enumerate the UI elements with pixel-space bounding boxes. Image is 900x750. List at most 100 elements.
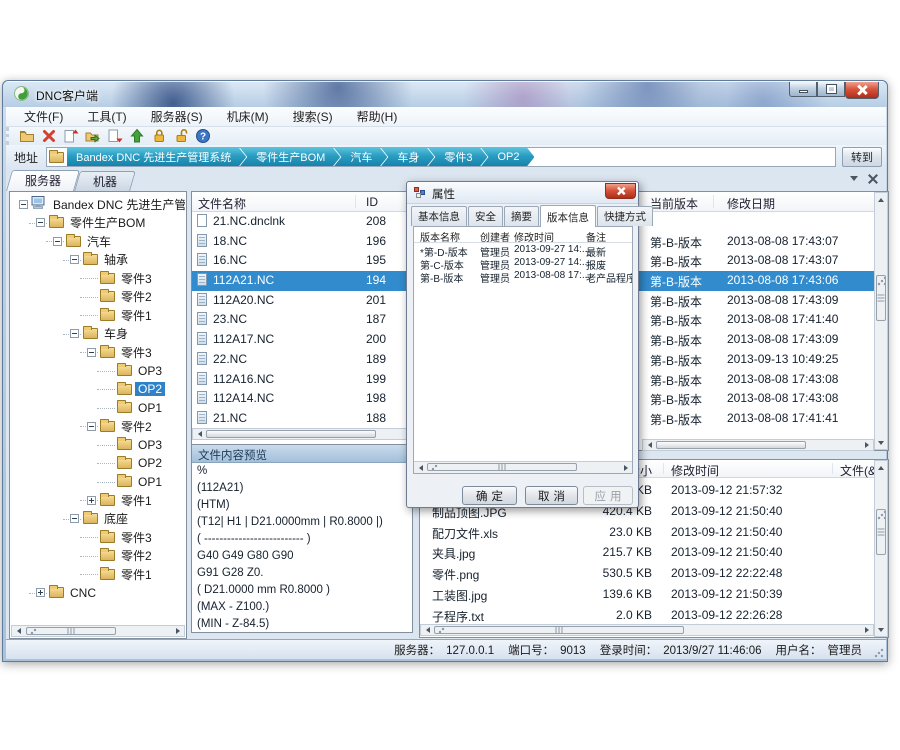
attachments-vertical-scrollbar[interactable] [874, 460, 888, 637]
tree-item[interactable]: CNC [11, 584, 185, 603]
menu-item[interactable]: 机床(M) [219, 107, 277, 126]
version-row[interactable]: *第-D-版本管理员2013-09-27 14:...最新 [414, 243, 632, 256]
expand-icon[interactable] [36, 588, 45, 597]
checkout-file-icon[interactable] [105, 128, 125, 145]
file-list-horizontal-scrollbar[interactable] [192, 428, 414, 440]
collapse-icon[interactable] [87, 422, 96, 431]
column-header-modified[interactable]: 修改时间 [671, 462, 719, 479]
scroll-left-icon[interactable] [414, 463, 426, 473]
collapse-icon[interactable] [87, 348, 96, 357]
help-icon[interactable]: ? [193, 128, 213, 145]
menu-item[interactable]: 搜索(S) [285, 107, 341, 126]
maximize-button[interactable] [817, 82, 845, 97]
go-button[interactable]: 转到 [842, 147, 882, 167]
scroll-left-icon[interactable] [193, 429, 205, 439]
tree-item[interactable]: Bandex DNC 先进生产管理系统 [11, 195, 185, 214]
breadcrumb-segment[interactable]: 车身 [380, 147, 434, 167]
tab-机器[interactable]: 机器 [77, 171, 133, 191]
breadcrumb-segment[interactable]: 零件3 [427, 147, 487, 167]
dialog-titlebar[interactable]: 属性 [407, 182, 638, 204]
tree-item[interactable]: OP2 [11, 454, 185, 473]
column-header-modified[interactable]: 修改时间 [514, 229, 554, 244]
tree-item[interactable]: 零件3 [11, 343, 185, 362]
chevron-down-icon[interactable] [850, 176, 858, 185]
tree-item[interactable]: 零件2 [11, 547, 185, 566]
open-folder-icon[interactable] [83, 128, 103, 145]
close-button[interactable] [845, 82, 879, 99]
expand-icon[interactable] [87, 496, 96, 505]
scrollbar-thumb[interactable] [876, 275, 886, 321]
scroll-right-icon[interactable] [861, 625, 873, 635]
tree-item[interactable]: 轴承 [11, 251, 185, 270]
tab-服务器[interactable]: 服务器 [9, 170, 77, 191]
scroll-down-icon[interactable] [875, 624, 887, 636]
tree-item[interactable]: 底座 [11, 510, 185, 529]
tree-item[interactable]: 汽车 [11, 232, 185, 251]
file-list-vertical-scrollbar[interactable] [874, 192, 888, 450]
scroll-left-icon[interactable] [421, 625, 433, 635]
table-row[interactable]: 子程序.txt2.0 KB2013-09-12 22:26:28 [420, 605, 874, 623]
scrollbar-thumb[interactable] [434, 626, 684, 634]
tree-item[interactable]: OP1 [11, 473, 185, 492]
tree-item[interactable]: OP3 [11, 436, 185, 455]
tree-item[interactable]: OP1 [11, 399, 185, 418]
cancel-button[interactable]: 取消 [525, 486, 578, 505]
tree-item[interactable]: 零件生产BOM [11, 214, 185, 233]
scrollbar-thumb[interactable] [876, 509, 886, 555]
tree-item[interactable]: 零件2 [11, 288, 185, 307]
collapse-icon[interactable] [36, 218, 45, 227]
menu-item[interactable]: 文件(F) [16, 107, 71, 126]
minimize-button[interactable] [789, 82, 817, 97]
collapse-icon[interactable] [70, 514, 79, 523]
dialog-tab-版本信息[interactable]: 版本信息 [540, 205, 596, 227]
tree-item[interactable]: 零件3 [11, 269, 185, 288]
breadcrumb-segment[interactable]: 零件生产BOM [239, 147, 340, 167]
address-field[interactable]: Bandex DNC 先进生产管理系统零件生产BOM汽车车身零件3OP2 [46, 147, 836, 167]
scrollbar-thumb[interactable] [427, 463, 577, 471]
column-header-id[interactable]: ID [366, 195, 378, 209]
scroll-left-icon[interactable] [12, 626, 24, 636]
scroll-up-icon[interactable] [875, 461, 887, 473]
version-row[interactable]: 第-C-版本管理员2013-09-27 14:...报废 [414, 256, 632, 269]
dialog-tab-安全[interactable]: 安全 [468, 206, 503, 226]
unlock-icon[interactable] [171, 128, 191, 145]
column-header-name[interactable]: 文件名称 [198, 195, 246, 212]
ok-button[interactable]: 确定 [462, 486, 517, 505]
resize-grip-icon[interactable] [874, 648, 884, 658]
tree-item[interactable]: OP3 [11, 362, 185, 381]
breadcrumb-segment[interactable]: Bandex DNC 先进生产管理系统 [67, 147, 246, 167]
column-header-version[interactable]: 当前版本 [650, 195, 698, 212]
table-row[interactable]: 配刀文件.xls23.0 KB2013-09-12 21:50:40 [420, 522, 874, 543]
scrollbar-thumb[interactable] [656, 441, 806, 449]
scroll-left-icon[interactable] [643, 440, 655, 450]
dialog-horizontal-scrollbar[interactable] [414, 461, 632, 473]
tree-item[interactable]: 零件1 [11, 565, 185, 584]
breadcrumb-segment[interactable]: OP2 [480, 147, 534, 167]
dialog-tab-摘要[interactable]: 摘要 [504, 206, 539, 226]
table-row[interactable]: 工装图.jpg139.6 KB2013-09-12 21:50:39 [420, 584, 874, 605]
breadcrumb-segment[interactable]: 汽车 [333, 147, 387, 167]
menu-item[interactable]: 服务器(S) [143, 107, 211, 126]
tree-item[interactable]: 零件2 [11, 417, 185, 436]
lock-icon[interactable] [149, 128, 169, 145]
tree-horizontal-scrollbar[interactable] [11, 625, 185, 637]
scroll-down-icon[interactable] [875, 437, 887, 449]
collapse-icon[interactable] [70, 329, 79, 338]
version-list-horizontal-scrollbar[interactable] [642, 439, 874, 451]
column-header-note[interactable]: 备注 [586, 229, 606, 244]
menu-item[interactable]: 工具(T) [79, 107, 134, 126]
dialog-tab-快捷方式[interactable]: 快捷方式 [597, 206, 653, 226]
version-row[interactable]: 第-B-版本管理员2013-08-08 17:...老产品程序 [414, 269, 632, 282]
delete-icon[interactable] [39, 128, 59, 145]
titlebar[interactable]: DNC客户端 [3, 81, 887, 107]
dialog-tab-基本信息[interactable]: 基本信息 [411, 206, 467, 226]
tree-item[interactable]: 零件1 [11, 306, 185, 325]
upload-arrow-icon[interactable] [127, 128, 147, 145]
tree-item[interactable]: 零件1 [11, 491, 185, 510]
column-header-file[interactable]: 文件(& [840, 462, 876, 479]
column-header-creator[interactable]: 创建者 [480, 229, 510, 244]
scrollbar-thumb[interactable] [206, 430, 376, 438]
tree-item[interactable]: 车身 [11, 325, 185, 344]
tree-item[interactable]: OP2 [11, 380, 185, 399]
column-header-version-name[interactable]: 版本名称 [420, 229, 460, 244]
